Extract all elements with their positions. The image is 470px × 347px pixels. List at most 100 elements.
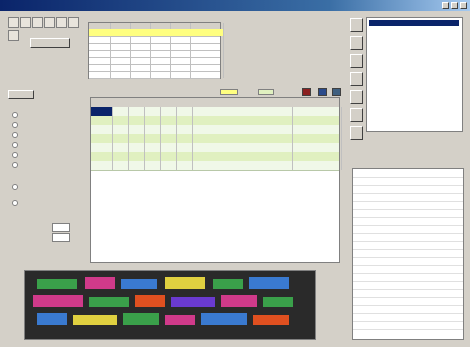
cell[interactable] [89, 71, 111, 78]
cell[interactable] [91, 161, 113, 170]
cell[interactable] [129, 57, 151, 64]
cell[interactable] [189, 50, 224, 57]
cell[interactable] [189, 57, 224, 64]
cell[interactable] [91, 125, 113, 134]
cell[interactable] [129, 43, 151, 50]
radio-option[interactable] [12, 142, 20, 148]
cell[interactable] [291, 152, 342, 161]
schedule-block[interactable] [253, 315, 289, 325]
cell[interactable] [149, 64, 171, 71]
cell[interactable] [109, 71, 131, 78]
cell[interactable] [291, 116, 342, 125]
cell[interactable] [149, 29, 171, 36]
cell[interactable] [191, 143, 293, 152]
cell[interactable] [189, 71, 224, 78]
schedule-block[interactable] [85, 277, 115, 289]
cell[interactable] [191, 116, 293, 125]
cell[interactable] [189, 64, 224, 71]
cut-icon[interactable] [56, 17, 67, 28]
schedule-block[interactable] [37, 313, 67, 325]
cell[interactable] [291, 134, 342, 143]
cell[interactable] [89, 43, 111, 50]
cell[interactable] [149, 71, 171, 78]
table-row[interactable] [91, 161, 342, 171]
radio-option[interactable] [12, 122, 20, 128]
schedule-block[interactable] [123, 313, 159, 325]
cell[interactable] [91, 134, 113, 143]
save-icon[interactable] [32, 17, 43, 28]
cell[interactable] [129, 29, 151, 36]
cell[interactable] [169, 43, 191, 50]
tab-main[interactable] [8, 90, 34, 99]
cell[interactable] [89, 36, 111, 43]
cell[interactable] [89, 29, 111, 36]
cell[interactable] [189, 29, 224, 36]
cell[interactable] [189, 36, 224, 43]
field2-input[interactable] [52, 233, 70, 242]
close-button[interactable] [460, 2, 467, 9]
cell[interactable] [129, 36, 151, 43]
cell[interactable] [191, 107, 293, 116]
cell[interactable] [149, 36, 171, 43]
open-icon[interactable] [20, 17, 31, 28]
top-action-button[interactable] [30, 38, 70, 48]
cell[interactable] [109, 36, 131, 43]
cell[interactable] [91, 107, 113, 116]
schedule-block[interactable] [165, 277, 205, 289]
delete-icon[interactable] [302, 88, 311, 96]
cell[interactable] [191, 134, 293, 143]
cell[interactable] [129, 64, 151, 71]
tree-item[interactable] [369, 20, 459, 26]
cell[interactable] [291, 161, 342, 170]
schedule-block[interactable] [121, 279, 157, 289]
filter-icon[interactable] [318, 88, 327, 96]
cell[interactable] [91, 116, 113, 125]
radio-option[interactable] [12, 132, 20, 138]
radio-option[interactable] [12, 200, 20, 206]
paste-icon[interactable] [8, 30, 19, 41]
cell[interactable] [169, 57, 191, 64]
cell[interactable] [191, 161, 293, 170]
settings-icon[interactable] [350, 54, 363, 68]
tree-collapse-icon[interactable] [350, 36, 363, 50]
cell[interactable] [109, 50, 131, 57]
schedule-block[interactable] [73, 315, 117, 325]
schedule-block[interactable] [171, 297, 215, 307]
minimize-button[interactable] [442, 2, 449, 9]
cell[interactable] [149, 50, 171, 57]
schedule-block[interactable] [201, 313, 247, 325]
schedule-block[interactable] [37, 279, 77, 289]
edit-icon[interactable] [350, 108, 363, 122]
schedule-block[interactable] [135, 295, 165, 307]
radio-option[interactable] [12, 184, 20, 190]
cell[interactable] [169, 50, 191, 57]
import-icon[interactable] [350, 90, 363, 104]
schedule-block[interactable] [249, 277, 289, 289]
property-row[interactable] [353, 321, 463, 330]
cell[interactable] [191, 125, 293, 134]
cell[interactable] [109, 43, 131, 50]
cell[interactable] [89, 57, 111, 64]
new-icon[interactable] [8, 17, 19, 28]
cell[interactable] [91, 143, 113, 152]
cell[interactable] [109, 57, 131, 64]
schedule-block[interactable] [263, 297, 293, 307]
copy-icon[interactable] [68, 17, 79, 28]
cell[interactable] [291, 107, 342, 116]
maximize-button[interactable] [451, 2, 458, 9]
cell[interactable] [291, 143, 342, 152]
schedule-block[interactable] [213, 279, 243, 289]
tree-expand-icon[interactable] [350, 18, 363, 32]
cell[interactable] [169, 71, 191, 78]
cell[interactable] [129, 71, 151, 78]
schedule-block[interactable] [165, 315, 195, 325]
export-icon[interactable] [350, 72, 363, 86]
cell[interactable] [129, 50, 151, 57]
radio-option[interactable] [12, 112, 20, 118]
radio-option[interactable] [12, 162, 20, 168]
schedule-block[interactable] [33, 295, 83, 307]
radio-option[interactable] [12, 152, 20, 158]
cell[interactable] [191, 152, 293, 161]
cell[interactable] [169, 29, 191, 36]
field1-input[interactable] [52, 223, 70, 232]
